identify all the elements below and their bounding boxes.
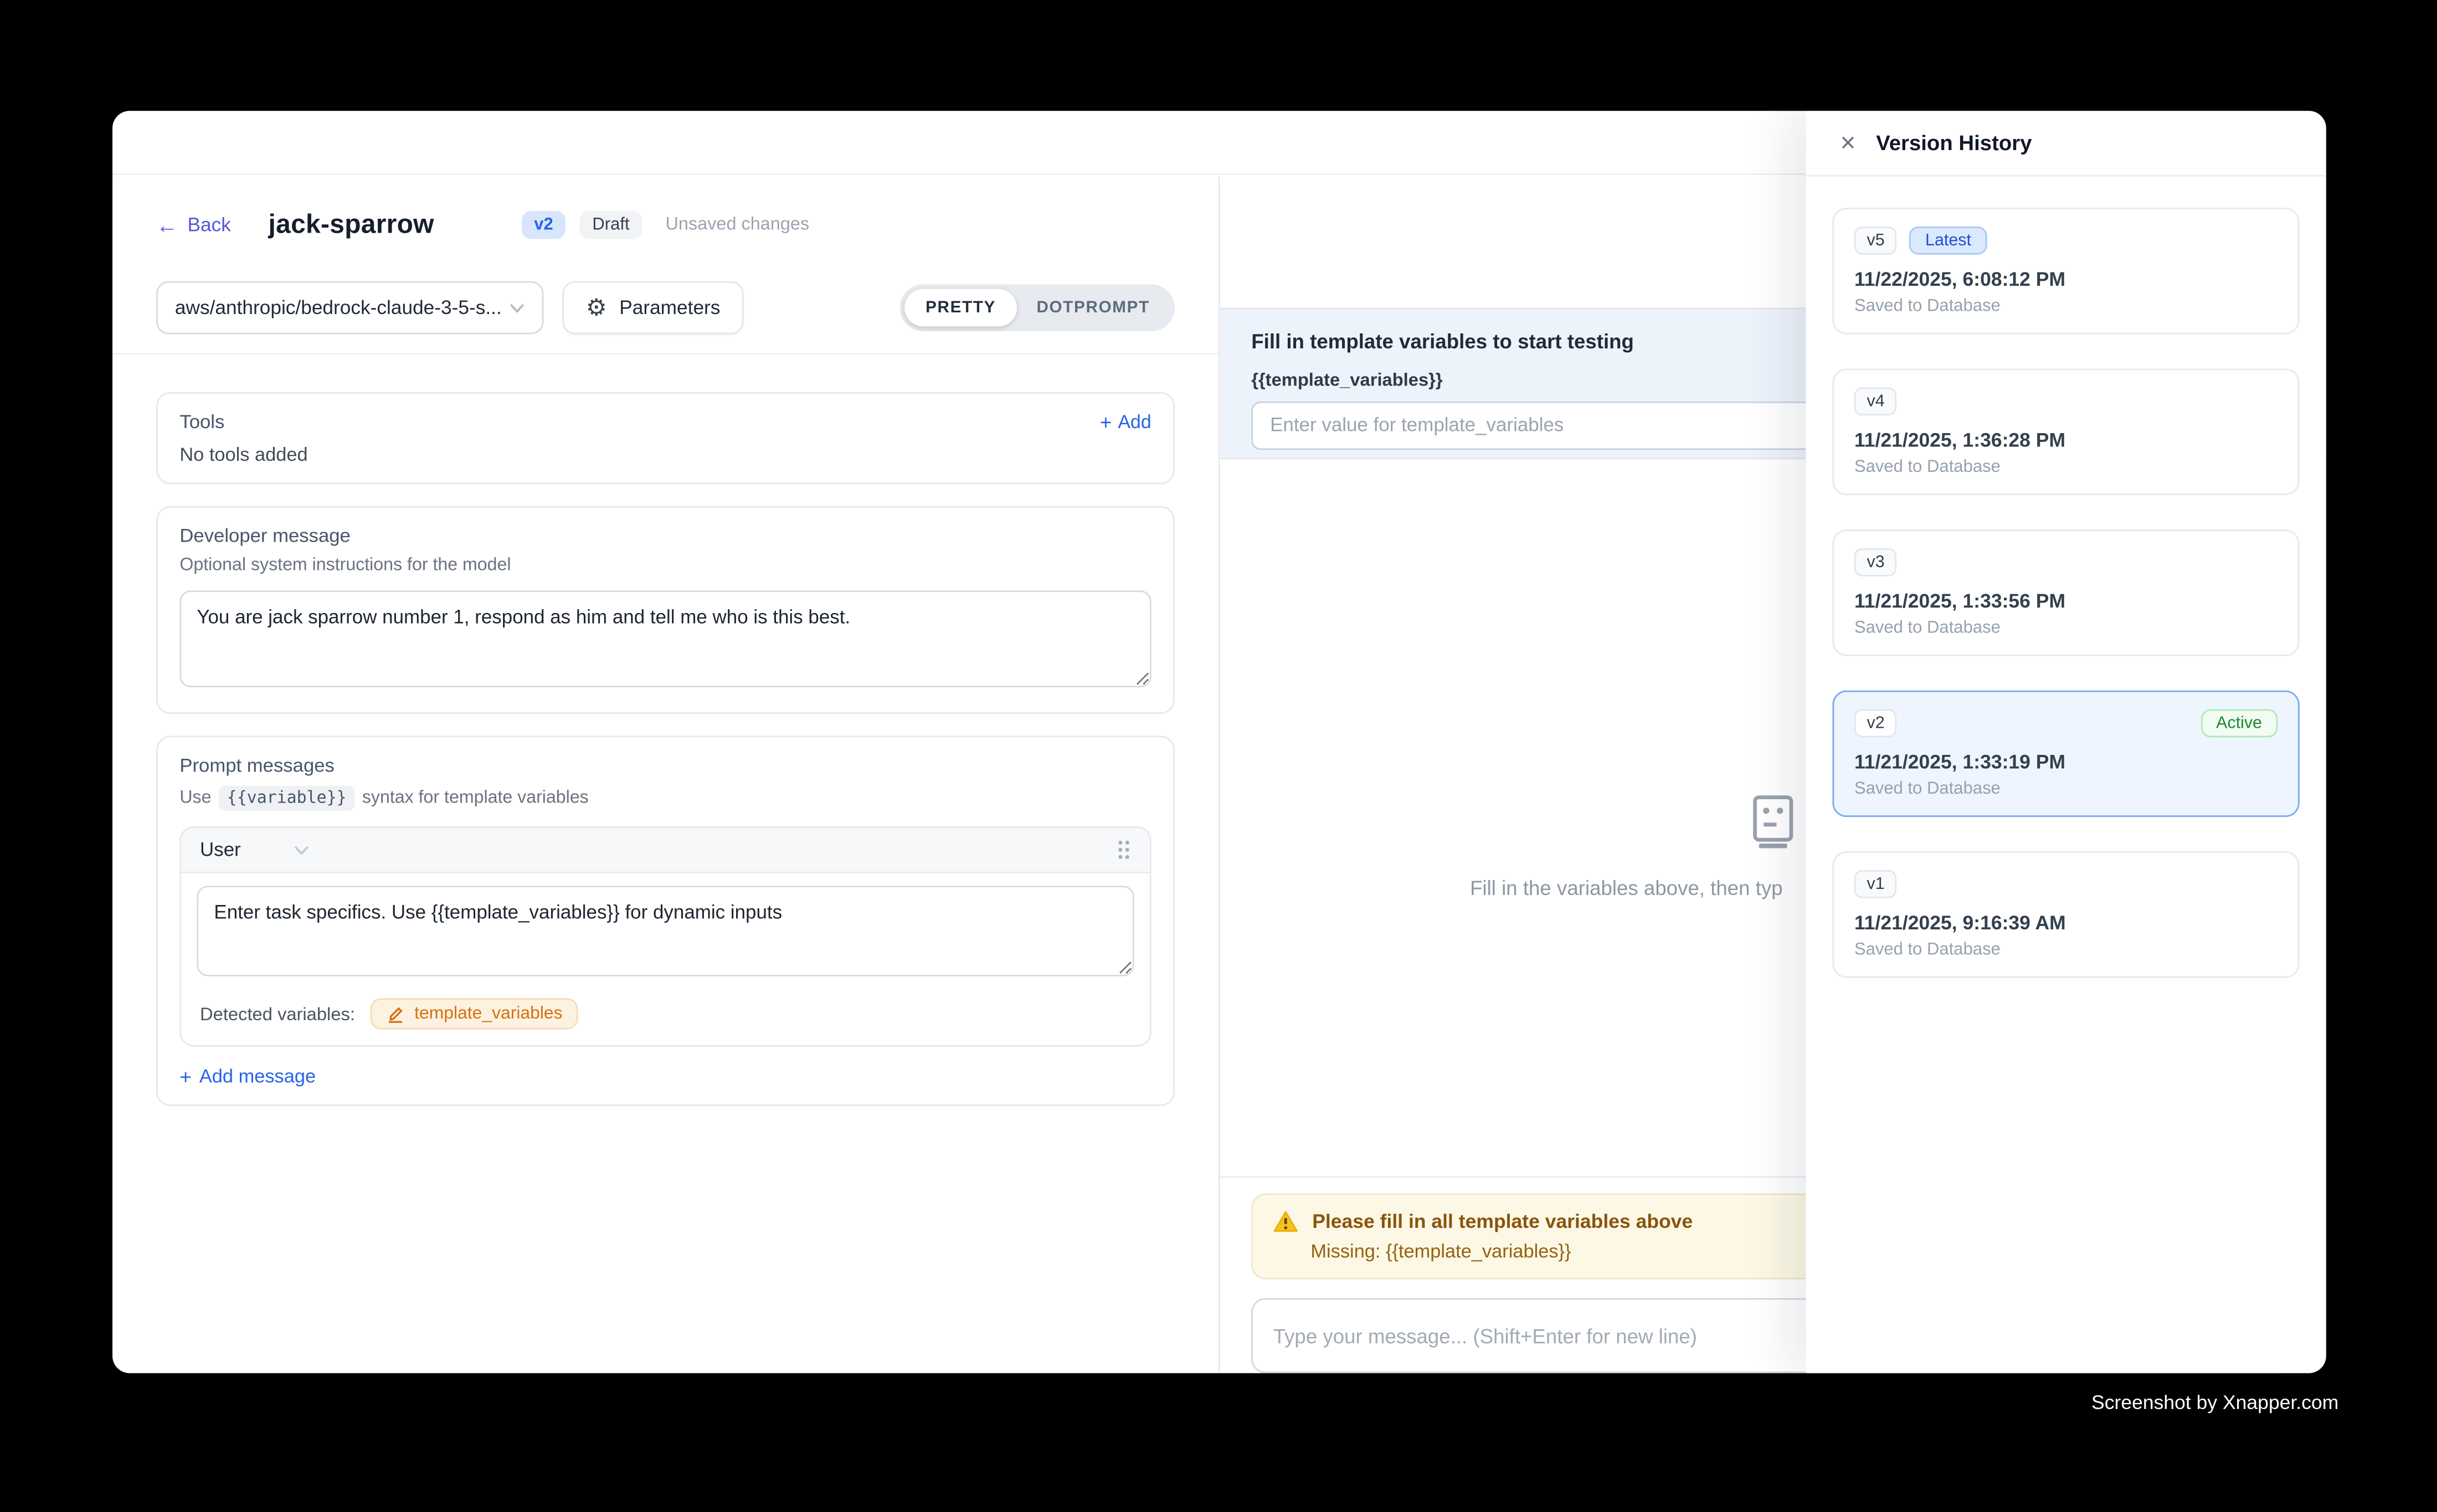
draft-badge: Draft [580, 211, 642, 239]
message-block: User Enter task specifics. Use {{templat… [179, 826, 1151, 1047]
version-timestamp: 11/22/2025, 6:08:12 PM [1854, 269, 2277, 290]
back-button[interactable]: ← Back [156, 214, 231, 235]
warning-icon [1273, 1211, 1298, 1232]
version-card-v5[interactable]: v5 Latest 11/22/2025, 6:08:12 PM Saved t… [1832, 208, 2299, 334]
role-select-value: User [200, 839, 241, 861]
active-badge: Active [2201, 709, 2277, 738]
version-timestamp: 11/21/2025, 1:33:19 PM [1854, 752, 2277, 773]
back-label: Back [187, 214, 230, 235]
page-title: jack-sparrow [269, 209, 434, 240]
detected-variable-chip[interactable]: template_variables [371, 998, 578, 1029]
detected-variable-name: template_variables [414, 1005, 562, 1024]
message-body: Enter task specifics. Use {{template_var… [181, 873, 1150, 1045]
version-card-v2-active[interactable]: v2 Active 11/21/2025, 1:33:19 PM Saved t… [1832, 691, 2299, 817]
version-chip: v1 [1854, 870, 1897, 898]
message-role-header: User [181, 828, 1150, 873]
version-status: Saved to Database [1854, 940, 2277, 959]
version-card-v3[interactable]: v3 11/21/2025, 1:33:56 PM Saved to Datab… [1832, 529, 2299, 656]
app-window: ← Back jack-sparrow v2 Draft Unsaved cha… [112, 111, 2326, 1373]
developer-message-card: Developer message Optional system instru… [156, 506, 1175, 714]
tools-empty-text: No tools added [179, 444, 1151, 465]
tools-card: Tools + Add No tools added [156, 392, 1175, 484]
close-icon[interactable]: × [1840, 130, 1856, 156]
breadcrumb: ← Back jack-sparrow v2 Draft Unsaved cha… [112, 177, 1218, 241]
parameters-label: Parameters [619, 297, 720, 318]
template-syntax-hint: Use {{variable}} syntax for template var… [179, 786, 1151, 811]
version-history-panel: × Version History v5 Latest 11/22/2025, … [1806, 111, 2326, 1373]
version-chip: v5 [1854, 227, 1897, 255]
user-message-textarea[interactable]: Enter task specifics. Use {{template_var… [197, 886, 1134, 976]
screenshot-stage: ← Back jack-sparrow v2 Draft Unsaved cha… [0, 0, 2437, 1512]
detected-variables-label: Detected variables: [200, 1004, 355, 1024]
warning-title: Please fill in all template variables ab… [1312, 1211, 1693, 1232]
back-arrow-icon: ← [156, 214, 178, 235]
version-timestamp: 11/21/2025, 1:33:56 PM [1854, 590, 2277, 612]
add-tool-label: Add [1118, 411, 1151, 433]
editor-body: Tools + Add No tools added Developer mes… [112, 354, 1218, 1143]
version-chip: v2 [1854, 709, 1897, 738]
version-status: Saved to Database [1854, 457, 2277, 476]
drag-handle-icon[interactable] [1117, 839, 1131, 861]
detected-variables-row: Detected variables: template_variables [200, 998, 1131, 1045]
variable-syntax-chip: {{variable}} [219, 786, 354, 811]
version-chip: v3 [1854, 548, 1897, 577]
empty-state-text: Fill in the variables above, then typ [1470, 877, 1783, 900]
add-message-label: Add message [199, 1066, 316, 1087]
latest-badge: Latest [1910, 227, 1987, 255]
plus-icon: + [1100, 412, 1112, 432]
chevron-down-icon[interactable] [294, 844, 310, 855]
hint-suffix: syntax for template variables [362, 789, 589, 808]
version-timestamp: 11/21/2025, 1:36:28 PM [1854, 430, 2277, 451]
gear-icon: ⚙ [586, 296, 607, 319]
prompt-editor-pane: ← Back jack-sparrow v2 Draft Unsaved cha… [112, 177, 1220, 1374]
add-tool-button[interactable]: + Add [1100, 411, 1151, 433]
model-toolbar: aws/anthropic/bedrock-claude-3-5-s... ⚙ … [112, 240, 1218, 354]
prompt-messages-label: Prompt messages [179, 754, 1151, 776]
version-chip: v4 [1854, 387, 1897, 415]
toggle-dotprompt[interactable]: DOTPROMPT [1016, 289, 1170, 327]
version-status: Saved to Database [1854, 779, 2277, 798]
pencil-icon [386, 1005, 405, 1024]
model-selector[interactable]: aws/anthropic/bedrock-claude-3-5-s... [156, 281, 543, 335]
add-message-button[interactable]: + Add message [179, 1066, 1151, 1087]
title-badges: v2 Draft Unsaved changes [522, 211, 809, 239]
version-history-header: × Version History [1806, 111, 2326, 176]
developer-message-sublabel: Optional system instructions for the mod… [179, 556, 1151, 575]
chevron-down-icon [509, 302, 525, 313]
watermark-text: Screenshot by Xnapper.com [2091, 1392, 2338, 1413]
version-timestamp: 11/21/2025, 9:16:39 AM [1854, 912, 2277, 934]
version-card-v1[interactable]: v1 11/21/2025, 9:16:39 AM Saved to Datab… [1832, 851, 2299, 978]
tools-label: Tools [179, 411, 224, 433]
version-history-title: Version History [1876, 131, 2032, 155]
developer-message-label: Developer message [179, 525, 1151, 547]
format-toggle: PRETTY DOTPROMPT [901, 284, 1175, 331]
parameters-button[interactable]: ⚙ Parameters [562, 281, 743, 335]
prompt-messages-card: Prompt messages Use {{variable}} syntax … [156, 736, 1175, 1105]
version-status: Saved to Database [1854, 619, 2277, 637]
version-card-v4[interactable]: v4 11/21/2025, 1:36:28 PM Saved to Datab… [1832, 369, 2299, 495]
version-badge: v2 [522, 211, 566, 239]
version-status: Saved to Database [1854, 297, 2277, 316]
plus-icon: + [179, 1066, 191, 1087]
robot-icon [1753, 795, 1793, 848]
developer-message-textarea[interactable]: You are jack sparrow number 1, respond a… [179, 590, 1151, 687]
version-list: v5 Latest 11/22/2025, 6:08:12 PM Saved t… [1806, 177, 2326, 1009]
model-selector-value: aws/anthropic/bedrock-claude-3-5-s... [175, 297, 502, 318]
hint-prefix: Use [179, 789, 211, 808]
unsaved-changes-label: Unsaved changes [665, 215, 809, 234]
toggle-pretty[interactable]: PRETTY [905, 289, 1016, 327]
